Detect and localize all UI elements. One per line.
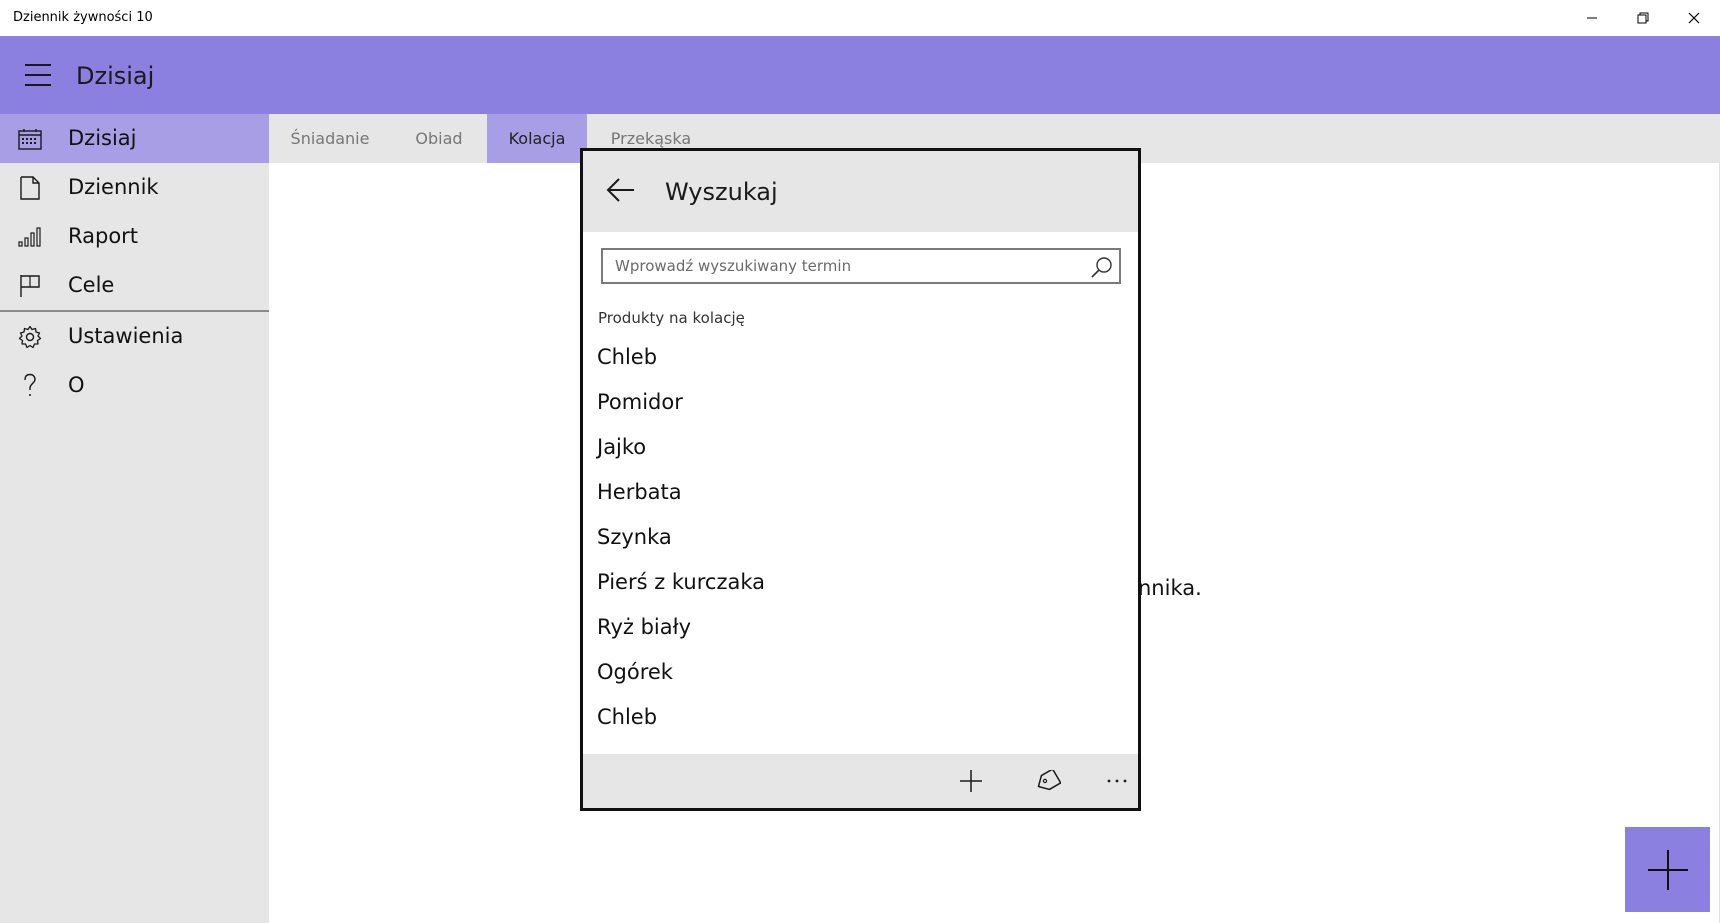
sidebar-item-label: Raport xyxy=(68,224,139,248)
minimize-icon xyxy=(1587,17,1597,19)
search-input[interactable] xyxy=(603,250,1083,282)
sidebar: Dzisiaj Dziennik Raport Cele Ustawienia … xyxy=(0,114,269,923)
app-header: Dzisiaj xyxy=(0,36,1720,114)
product-item[interactable]: Pomidor xyxy=(597,377,683,426)
sidebar-item-cele[interactable]: Cele xyxy=(0,261,269,310)
tab-kolacja[interactable]: Kolacja xyxy=(487,114,587,163)
search-box xyxy=(601,248,1121,284)
product-item[interactable]: Pierś z kurczaka xyxy=(597,557,765,606)
product-item[interactable]: Jajko xyxy=(597,422,646,471)
add-product-button[interactable] xyxy=(951,762,991,800)
product-list: Chleb Pomidor Jajko Herbata Szynka Pierś… xyxy=(583,332,1138,738)
restore-icon xyxy=(1637,12,1649,24)
hamburger-icon-line xyxy=(25,74,51,76)
search-dialog-command-bar xyxy=(583,754,1138,808)
document-icon xyxy=(17,175,43,201)
search-dialog-title: Wyszukaj xyxy=(665,178,778,206)
plus-icon xyxy=(960,770,982,792)
search-dialog: Wyszukaj Produkty na kolację Chleb Pomid… xyxy=(580,148,1141,811)
tag-button[interactable] xyxy=(1028,762,1068,800)
sidebar-item-dziennik[interactable]: Dziennik xyxy=(0,163,269,212)
flag-icon xyxy=(17,273,43,299)
sidebar-item-label: Ustawienia xyxy=(68,324,184,348)
question-icon xyxy=(17,373,43,399)
bar-chart-icon xyxy=(17,224,43,250)
sidebar-item-label: Cele xyxy=(68,273,115,297)
sidebar-item-label: Dziennik xyxy=(68,175,159,199)
hamburger-icon-line xyxy=(25,84,51,86)
empty-state-text: nnika. xyxy=(1138,576,1202,600)
page-title: Dzisiaj xyxy=(76,62,155,90)
tab-sniadanie[interactable]: Śniadanie xyxy=(269,114,391,163)
sidebar-item-label: Dzisiaj xyxy=(68,126,137,150)
restore-button[interactable] xyxy=(1618,0,1668,36)
sidebar-item-raport[interactable]: Raport xyxy=(0,212,269,261)
sidebar-item-label: O xyxy=(68,373,85,397)
back-arrow-icon xyxy=(606,178,634,202)
sidebar-item-ustawienia[interactable]: Ustawienia xyxy=(0,312,269,361)
more-options-button[interactable] xyxy=(1097,762,1137,800)
back-button[interactable] xyxy=(605,175,637,205)
add-entry-button[interactable] xyxy=(1625,827,1710,912)
tab-obiad[interactable]: Obiad xyxy=(391,114,487,163)
products-section-label: Produkty na kolację xyxy=(598,309,745,327)
minimize-button[interactable] xyxy=(1567,0,1617,36)
product-item[interactable]: Ryż biały xyxy=(597,602,691,651)
search-icon[interactable] xyxy=(1089,254,1115,280)
sidebar-item-dzisiaj[interactable]: Dzisiaj xyxy=(0,114,269,163)
tag-icon xyxy=(1037,770,1061,791)
app-title: Dziennik żywności 10 xyxy=(13,10,153,25)
product-item[interactable]: Herbata xyxy=(597,467,682,516)
sidebar-item-o[interactable]: O xyxy=(0,361,269,410)
gear-icon xyxy=(17,324,43,350)
plus-icon xyxy=(1647,849,1688,890)
calendar-icon xyxy=(17,126,43,152)
product-item[interactable]: Szynka xyxy=(597,512,672,561)
product-item[interactable]: Chleb xyxy=(597,692,657,738)
search-dialog-header: Wyszukaj xyxy=(583,151,1138,232)
more-icon xyxy=(1107,779,1127,783)
hamburger-menu-button[interactable] xyxy=(22,60,54,90)
product-item[interactable]: Ogórek xyxy=(597,647,673,696)
close-icon xyxy=(1688,12,1700,24)
title-bar: Dziennik żywności 10 xyxy=(0,0,1720,36)
hamburger-icon xyxy=(25,64,51,66)
close-button[interactable] xyxy=(1669,0,1719,36)
product-item[interactable]: Chleb xyxy=(597,332,657,381)
